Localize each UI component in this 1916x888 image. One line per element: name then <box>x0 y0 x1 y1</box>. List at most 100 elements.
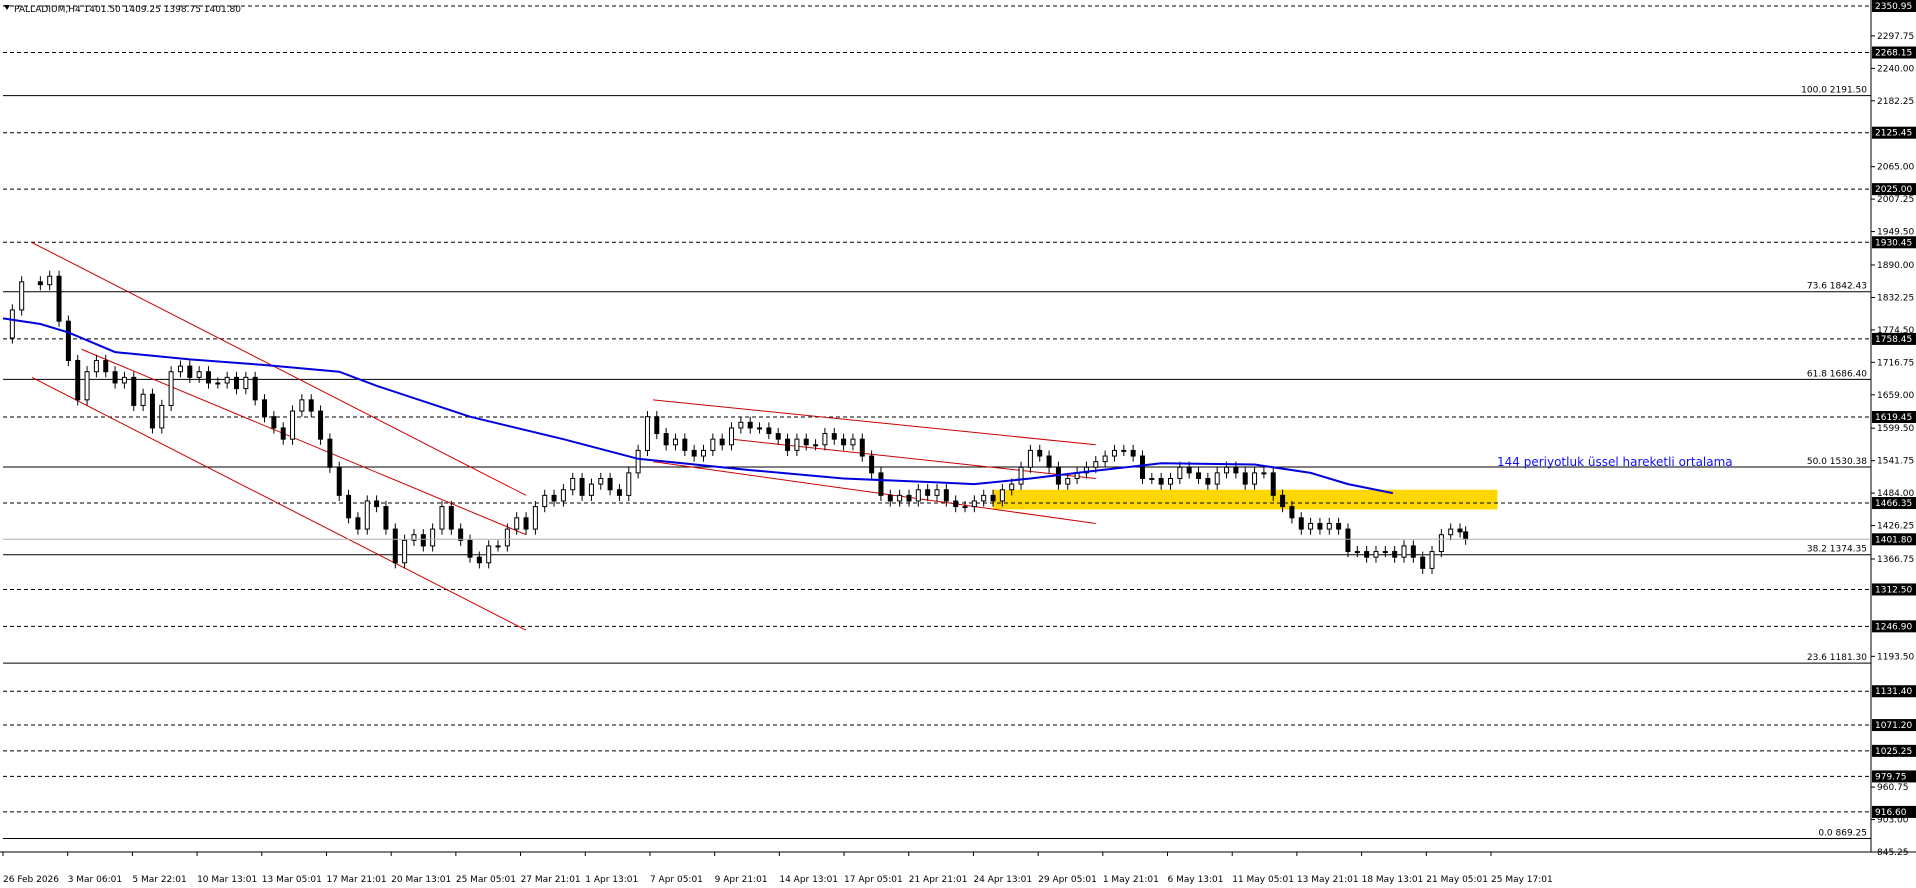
y-tick-label: 1890.00 <box>1877 261 1914 271</box>
candle-body <box>1233 466 1239 474</box>
x-tick-label: 9 Apr 21:01 <box>715 875 768 885</box>
candle-body <box>177 365 183 373</box>
candle-body <box>131 376 137 406</box>
level-tag: 2125.45 <box>1875 129 1912 139</box>
y-tick-label: 1659.00 <box>1877 391 1914 401</box>
level-tag: 1246.90 <box>1875 622 1912 632</box>
x-tick-label: 5 Mar 22:01 <box>132 875 186 885</box>
candle-body <box>1326 522 1332 530</box>
candle-body <box>430 528 436 547</box>
candle-body <box>140 393 146 406</box>
y-tick-label: 1949.50 <box>1877 228 1914 238</box>
candle-body <box>588 483 594 496</box>
x-tick-label: 25 May 17:01 <box>1491 875 1553 885</box>
candle-body <box>439 506 445 530</box>
level-tag: 1758.45 <box>1875 335 1912 345</box>
candle-body <box>747 421 753 429</box>
candle-body <box>47 275 53 286</box>
candle-body <box>1298 517 1304 530</box>
candle-body <box>831 433 837 440</box>
candle-body <box>364 500 370 530</box>
symbol-dropdown-icon[interactable] <box>4 5 10 10</box>
candle-body <box>1027 449 1033 468</box>
candle-body <box>953 500 959 508</box>
trend-channels <box>31 242 1096 631</box>
candle-body <box>682 438 688 451</box>
level-tag: 1930.45 <box>1875 238 1912 248</box>
candle-body <box>504 528 510 547</box>
candle-body <box>1046 455 1052 468</box>
candle-body <box>598 478 604 485</box>
candle-body <box>336 466 342 496</box>
x-tick-label: 26 Feb 2026 <box>3 875 59 885</box>
x-tick-label: 14 Apr 13:01 <box>779 875 838 885</box>
candle-body <box>654 416 660 435</box>
candle-body <box>738 421 744 429</box>
x-tick-label: 24 Apr 13:01 <box>973 875 1032 885</box>
level-tag: 2025.00 <box>1875 185 1912 195</box>
candle-body <box>523 517 529 530</box>
horizontal-levels <box>3 5 1871 813</box>
candle-body <box>1149 478 1155 481</box>
candle-body <box>1270 472 1276 496</box>
x-tick-label: 20 Mar 13:01 <box>391 875 451 885</box>
candle-body <box>467 539 473 558</box>
candle-body <box>906 494 912 502</box>
current-price-tag: 1401.80 <box>1875 535 1912 545</box>
candle-body <box>934 489 940 496</box>
candle-body <box>19 281 25 311</box>
candle-body <box>757 427 763 430</box>
candle-body <box>962 506 968 509</box>
candle-body <box>514 517 520 530</box>
y-tick-label: 1541.75 <box>1877 457 1914 467</box>
candle-body <box>1168 478 1173 485</box>
x-tick-label: 27 Mar 21:01 <box>521 875 581 885</box>
candle-body <box>1065 478 1071 485</box>
candle-body <box>1121 449 1127 452</box>
candle-body <box>299 399 305 412</box>
x-tick-label: 21 Apr 21:01 <box>909 875 968 885</box>
candle-body <box>701 449 706 457</box>
candle-body <box>616 489 622 496</box>
candle-body <box>1354 551 1360 554</box>
x-tick-label: 25 Mar 05:01 <box>456 875 516 885</box>
fib-label: 38.2 1374.35 <box>1807 545 1867 555</box>
candle-body <box>691 449 697 457</box>
symbol-info: PALLADIUM,H4 1401.50 1409.25 1398.75 140… <box>14 5 241 15</box>
level-tag: 1619.45 <box>1875 413 1912 423</box>
candle-body <box>869 455 875 474</box>
price-chart[interactable]: 100.0 2191.50 73.6 1842.43 61.8 1686.40 50.… <box>0 0 1916 888</box>
y-tick-label: 2182.25 <box>1877 97 1914 107</box>
candle-body <box>1317 522 1323 530</box>
candle-body <box>1345 528 1351 553</box>
level-tag: 1466.35 <box>1875 499 1912 509</box>
candle-body <box>1382 551 1388 554</box>
candle-body <box>915 489 921 502</box>
candle-body <box>1308 522 1314 530</box>
candle-body <box>1009 483 1015 491</box>
candle-body <box>448 506 454 530</box>
candle-body <box>262 399 268 418</box>
level-tag: 2350.95 <box>1875 2 1912 12</box>
candle-body <box>308 399 314 412</box>
candle-body <box>1392 551 1398 558</box>
candle-body <box>859 438 865 457</box>
candle-body <box>9 309 15 339</box>
axes <box>0 0 1916 853</box>
candle-body <box>999 489 1005 502</box>
x-tick-label: 17 Mar 21:01 <box>326 875 386 885</box>
x-tick-label: 3 Mar 06:01 <box>68 875 122 885</box>
candle-body <box>981 494 987 502</box>
candle-body <box>355 517 361 530</box>
candle-body <box>1186 466 1192 474</box>
candle-body <box>729 427 735 446</box>
candle-body <box>1463 531 1469 540</box>
candle-body <box>1158 478 1164 485</box>
candle-body <box>187 365 193 378</box>
x-tick-label: 1 Apr 13:01 <box>585 875 638 885</box>
fib-label: 0.0 869.25 <box>1818 829 1867 839</box>
candle-body <box>1205 478 1211 485</box>
candle-body <box>1336 522 1342 530</box>
x-tick-label: 10 Mar 13:01 <box>197 875 257 885</box>
x-tick-label: 7 Apr 05:01 <box>650 875 703 885</box>
